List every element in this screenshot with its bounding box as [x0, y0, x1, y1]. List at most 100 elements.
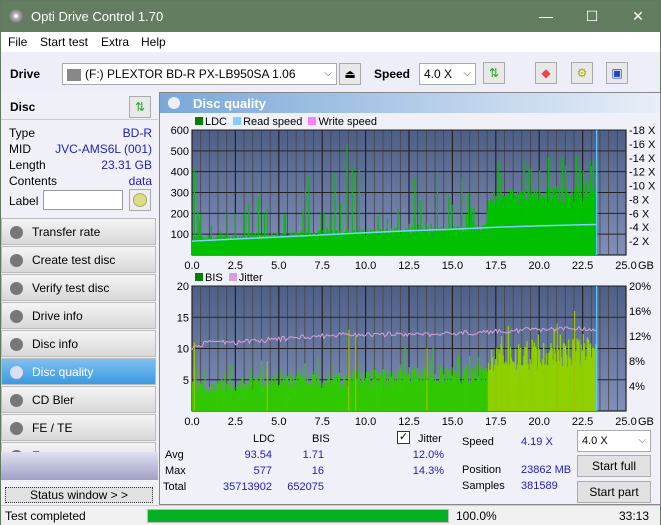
y-tick-label: 500: [171, 146, 189, 158]
nav-verify-test-disc[interactable]: Verify test disc: [1, 274, 156, 301]
contents-value: data: [128, 174, 152, 188]
disc-refresh-button[interactable]: ⇅: [129, 96, 151, 118]
stats-total-label: Total: [163, 481, 187, 493]
x-tick-label: 12.5: [398, 416, 419, 428]
label-disc-button[interactable]: [129, 189, 151, 211]
nav-cd-bler[interactable]: CD Bler: [1, 386, 156, 413]
bis-spike: [426, 348, 428, 411]
eject-icon: ⏏: [344, 67, 356, 81]
ldc-spike: [266, 207, 268, 255]
x-tick-label: 0.0: [184, 260, 199, 272]
label-label: Label: [9, 194, 39, 208]
save-icon: ▣: [611, 66, 623, 80]
samples-label: Samples: [462, 480, 505, 492]
max-bis: 16: [311, 465, 324, 477]
start-full-button[interactable]: Start full: [577, 455, 651, 477]
ldc-chart: 100 200 300 400 500 600 -2 X -4 X -6 X -8 X-10 X -…: [171, 125, 656, 272]
length-value: 23.31 GB: [101, 158, 152, 172]
y-tick-label: 400: [171, 167, 189, 179]
stats-ldc-header: LDC: [253, 433, 276, 445]
drive-select[interactable]: (F:) PLEXTOR BD-R PX-LB950SA 1.06 ⌵: [62, 63, 337, 85]
stats-avg-label: Avg: [165, 449, 184, 461]
test-speed-select[interactable]: 4.0 X ⌵: [577, 430, 651, 452]
x-tick-label: 15.0: [442, 416, 463, 428]
x-tick-label: 15.0: [442, 260, 463, 272]
disc-header: Disc ⇅: [1, 92, 158, 120]
ldc-spike: [461, 177, 463, 255]
y2-tick-label: 20%: [629, 281, 651, 293]
total-bis: 652075: [287, 481, 324, 493]
ldc-spike: [334, 173, 336, 255]
progress-text: 100.0%: [456, 509, 497, 523]
nav-create-test-disc[interactable]: Create test disc: [1, 246, 156, 273]
bis-spike: [556, 323, 558, 411]
position-value: 23862 MB: [521, 464, 572, 476]
save-button[interactable]: ▣: [606, 62, 628, 84]
avg-bis: 1.71: [302, 449, 324, 461]
ldc-spike: [561, 157, 563, 255]
start-part-button[interactable]: Start part: [577, 481, 651, 503]
stats-bis-header: BIS: [312, 433, 330, 445]
disc-icon: [10, 226, 23, 239]
eject-button[interactable]: ⏏: [339, 63, 361, 85]
jitter-checkbox[interactable]: ✓: [397, 431, 410, 444]
avg-jitter: 12.0%: [412, 449, 444, 461]
ldc-spike: [198, 219, 201, 255]
maximize-button[interactable]: ☐: [577, 6, 607, 26]
bis-spike: [573, 311, 576, 411]
nav-disc-info[interactable]: Disc info: [1, 330, 156, 357]
ldc-spike: [226, 213, 228, 255]
y2-tick-label: 12%: [629, 331, 651, 343]
menu-extra[interactable]: Extra: [101, 35, 129, 49]
status-window-button[interactable]: Status window > >: [5, 487, 153, 503]
ldc-spike: [436, 171, 438, 255]
x-tick-label: 17.5: [485, 260, 506, 272]
ldc-spike: [346, 144, 348, 255]
refresh-icon: ⇅: [488, 66, 500, 80]
x-tick-label: 5.0: [271, 260, 286, 272]
menu-bar: File Start test Extra Help: [1, 32, 660, 52]
disc-quality-icon: [168, 97, 180, 109]
left-panel: Disc ⇅ Type BD-R MID JVC-AMS6L (001) Lengt…: [1, 92, 158, 505]
disc-icon: [10, 394, 23, 407]
x-tick-label: 7.5: [315, 416, 330, 428]
total-ldc: 35713902: [223, 481, 272, 493]
jitter-label: Jitter: [418, 433, 442, 445]
nav-disc-quality[interactable]: Disc quality: [1, 358, 156, 385]
y2-tick-label: -16 X: [629, 139, 656, 151]
erase-button[interactable]: ◆: [535, 62, 557, 84]
position-label: Position: [462, 464, 502, 476]
y2-tick-label: -12 X: [629, 167, 656, 179]
settings-button[interactable]: ⚙: [571, 62, 593, 84]
close-button[interactable]: ✕: [623, 6, 653, 26]
nav-drive-info[interactable]: Drive info: [1, 302, 156, 329]
type-value: BD-R: [122, 126, 152, 140]
menu-start-test[interactable]: Start test: [40, 35, 88, 49]
ldc-spike: [530, 167, 532, 255]
speed-label: Speed: [374, 67, 411, 81]
minimize-button[interactable]: —: [531, 6, 561, 26]
nav-transfer-rate[interactable]: Transfer rate: [1, 218, 156, 245]
x-axis-label: GB: [638, 260, 654, 272]
y2-tick-label: -2 X: [629, 236, 650, 248]
disc-icon: [10, 422, 23, 435]
y2-tick-label: 4%: [629, 381, 645, 393]
y2-tick-label: -18 X: [629, 125, 656, 137]
avg-ldc: 93.54: [244, 449, 272, 461]
label-input[interactable]: [43, 190, 123, 210]
progress-bar: [147, 509, 449, 523]
menu-help[interactable]: Help: [141, 35, 166, 49]
nav-fe-te[interactable]: FE / TE: [1, 414, 156, 441]
x-tick-label: 17.5: [485, 416, 506, 428]
y-tick-label: 600: [171, 125, 189, 137]
type-label: Type: [9, 126, 36, 140]
contents-label: Contents: [9, 174, 58, 188]
refresh-button[interactable]: ⇅: [483, 62, 505, 84]
ldc-spike: [351, 167, 353, 255]
disc-icon: [10, 282, 23, 295]
y-tick-label: 300: [171, 188, 189, 200]
menu-file[interactable]: File: [8, 35, 27, 49]
bis-spike: [348, 329, 350, 411]
y2-tick-label: -10 X: [629, 181, 656, 193]
speed-select[interactable]: 4.0 X ⌵: [419, 63, 476, 85]
